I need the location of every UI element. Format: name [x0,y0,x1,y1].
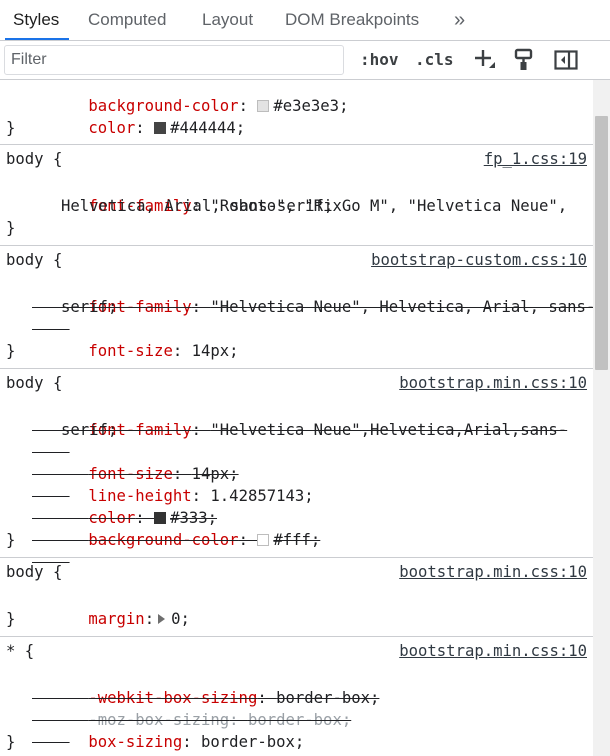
rule-selector[interactable]: body { [6,372,62,394]
property-value[interactable]: "Helvetica Neue",Helvetica,Arial,sans- [210,421,567,439]
rule-selector[interactable]: body { [6,249,62,271]
color-swatch[interactable] [154,122,167,134]
styles-toolbar: :hov .cls [0,41,610,80]
style-rule: body { bootstrap.min.css:10 font-family:… [0,368,593,558]
hover-state-button[interactable]: :hov [360,49,399,71]
new-rule-plus-icon[interactable] [474,47,496,76]
color-swatch[interactable] [257,534,270,546]
property-value[interactable]: #444444 [170,119,236,137]
property-value[interactable]: "Helvetica Neue", Helvetica, Arial, sans… [210,298,593,316]
property-name[interactable]: margin [88,610,144,628]
more-tabs-icon[interactable]: » [454,0,465,39]
rule-selector[interactable]: body { [6,561,62,583]
tab-layout[interactable]: Layout [202,0,253,39]
declaration[interactable]: font-family: "Roboto", "RixGo M", "Helve… [32,173,567,215]
property-value-continuation[interactable]: serif; [61,419,117,441]
overridden-declaration[interactable]: font-family: "Helvetica Neue", Helvetica… [32,274,593,316]
rule-source-link[interactable]: bootstrap-custom.css:10 [371,249,587,271]
style-rule: body { bootstrap-custom.css:10 font-fami… [0,245,593,369]
property-name[interactable]: font-size [88,342,173,360]
rule-selector[interactable]: * { [6,640,34,662]
paint-roller-icon[interactable] [514,48,534,77]
property-name[interactable]: color [88,119,135,137]
rule-selector[interactable]: body { [6,148,62,170]
rule-close-brace: } [6,610,16,628]
invalid-declaration[interactable]: -moz-box-sizing: border-box; [32,687,351,729]
declaration[interactable]: color: #444444; [32,95,245,137]
expand-triangle-icon[interactable] [158,614,166,624]
property-value[interactable]: 14px; [192,342,239,360]
overridden-declaration[interactable]: background-color: #fff; [32,507,320,549]
tab-dom-breakpoints[interactable]: DOM Breakpoints [285,0,419,39]
property-value[interactable]: 1.42857143; [210,487,313,505]
toggle-sidebar-icon[interactable] [554,50,578,75]
declaration[interactable]: margin: 0; [32,586,190,628]
overridden-declaration[interactable]: -webkit-box-sizing: border-box; [32,665,379,707]
rule-close-brace: } [6,342,16,360]
scrollbar-thumb[interactable] [595,116,608,370]
property-name[interactable]: background-color [88,531,238,549]
style-rule: background-color: #e3e3e3; color: #44444… [0,80,593,144]
property-value[interactable]: #fff; [273,531,320,549]
rule-source-link[interactable]: bootstrap.min.css:10 [399,372,587,394]
tab-styles[interactable]: Styles [4,0,70,40]
property-value[interactable]: 0; [171,610,190,628]
declaration[interactable]: box-sizing: border-box; [32,709,304,751]
property-value-continuation[interactable]: serif; [61,296,117,318]
rule-close-brace: } [6,119,16,137]
property-value[interactable]: border-box; [201,733,304,751]
overridden-declaration[interactable]: font-family: "Helvetica Neue",Helvetica,… [32,397,567,439]
style-rule: body { bootstrap.min.css:10 margin: 0; } [0,557,593,637]
class-toggle-button[interactable]: .cls [415,49,454,71]
style-rule: * { bootstrap.min.css:10 -webkit-box-siz… [0,636,593,756]
style-rule: body { fp_1.css:19 font-family: "Roboto"… [0,144,593,246]
rule-close-brace: } [6,733,16,751]
overridden-declaration[interactable]: font-size: 14px; [32,441,238,483]
devtools-tab-bar: Styles Computed Layout DOM Breakpoints » [0,0,610,41]
rule-close-brace: } [6,531,16,549]
color-swatch[interactable] [257,100,270,112]
property-value-continuation[interactable]: Helvetica, Arial, sans-serif; [61,195,333,217]
styles-pane: background-color: #e3e3e3; color: #44444… [0,80,593,756]
rule-source-link[interactable]: bootstrap.min.css:10 [399,640,587,662]
tab-computed[interactable]: Computed [88,0,166,39]
rule-close-brace: } [6,219,16,237]
rule-source-link[interactable]: bootstrap.min.css:10 [399,561,587,583]
declaration[interactable]: background-color: #e3e3e3; [32,80,348,115]
rule-source-link[interactable]: fp_1.css:19 [484,148,587,170]
property-value[interactable]: #e3e3e3 [273,97,339,115]
filter-input[interactable] [4,45,344,75]
property-name[interactable]: box-sizing [88,733,182,751]
declaration[interactable]: font-size: 14px; [32,318,238,360]
vertical-scrollbar[interactable] [593,80,610,756]
declaration[interactable]: line-height: 1.42857143; [32,463,313,505]
overridden-declaration[interactable]: color: #333; [32,485,217,527]
